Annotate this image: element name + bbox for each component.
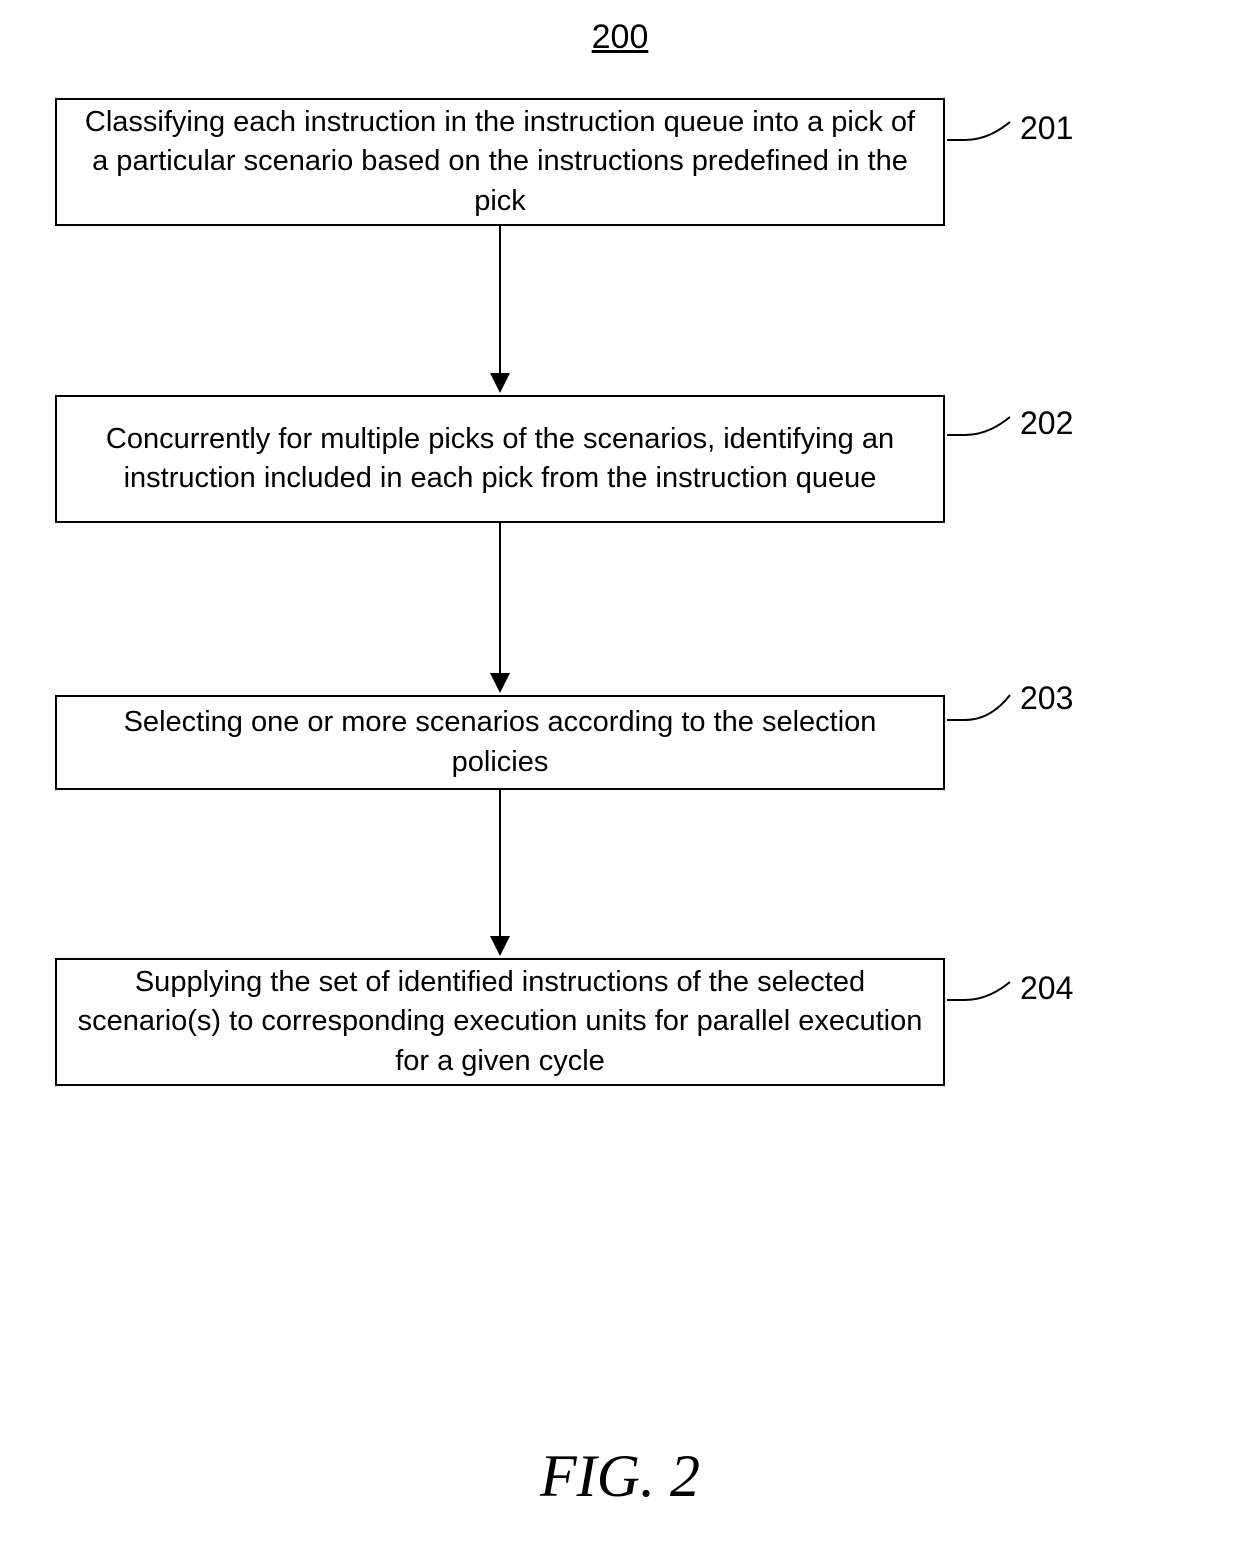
flow-box-201: Classifying each instruction in the inst…	[55, 98, 945, 226]
figure-caption: FIG. 2	[0, 1442, 1240, 1511]
callout-label-203: 203	[1020, 680, 1073, 717]
page: 200 Classifying each instruction in the …	[0, 0, 1240, 1551]
flow-box-202: Concurrently for multiple picks of the s…	[55, 395, 945, 523]
flow-box-203-text: Selecting one or more scenarios accordin…	[77, 703, 923, 781]
flow-box-203: Selecting one or more scenarios accordin…	[55, 695, 945, 790]
flow-box-204-text: Supplying the set of identified instruct…	[77, 963, 923, 1080]
callout-label-204: 204	[1020, 970, 1073, 1007]
callout-label-201: 201	[1020, 110, 1073, 147]
flow-box-204: Supplying the set of identified instruct…	[55, 958, 945, 1086]
callout-label-202: 202	[1020, 405, 1073, 442]
diagram-number: 200	[0, 18, 1240, 57]
flow-box-201-text: Classifying each instruction in the inst…	[77, 103, 923, 220]
flow-box-202-text: Concurrently for multiple picks of the s…	[77, 420, 923, 498]
